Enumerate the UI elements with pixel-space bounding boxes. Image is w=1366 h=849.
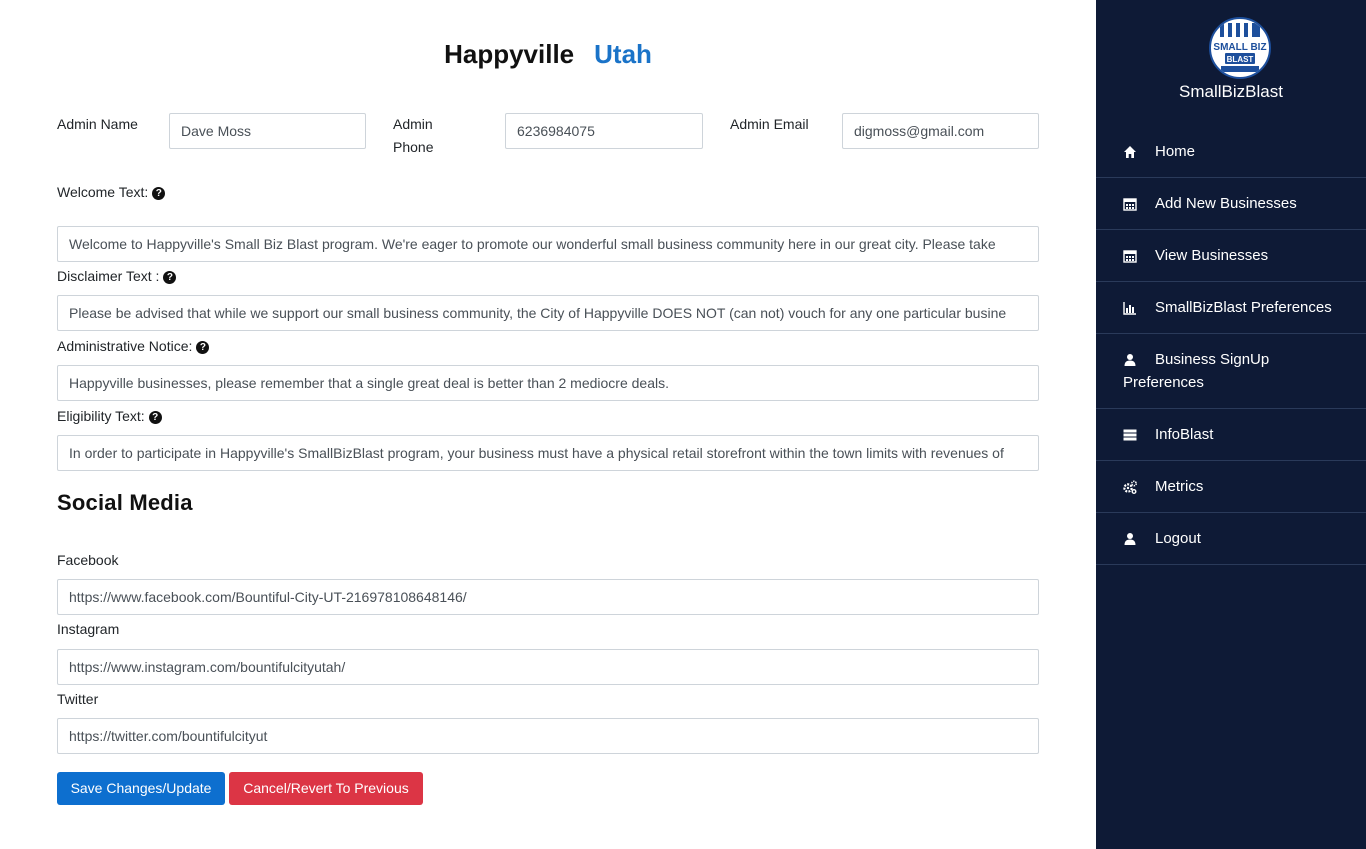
welcome-text-label: Welcome Text:? <box>57 181 166 204</box>
eligibility-text-input[interactable]: In order to participate in Happyville's … <box>57 435 1039 471</box>
sidebar-item-smallbizblast-preferences[interactable]: SmallBizBlast Preferences <box>1096 282 1366 334</box>
admin-phone-label: Admin Phone <box>393 113 433 159</box>
cancel-revert-button[interactable]: Cancel/Revert To Previous <box>229 772 423 805</box>
storefront-logo-icon: SMALL BIZ BLAST <box>1213 23 1267 72</box>
eligibility-text-label-text: Eligibility Text: <box>57 408 145 424</box>
question-circle-icon[interactable]: ? <box>148 411 162 424</box>
sidebar-item-metrics[interactable]: Metrics <box>1096 461 1366 513</box>
eligibility-text-label: Eligibility Text:? <box>57 405 162 428</box>
sidebar-item-label: View Businesses <box>1155 247 1269 264</box>
twitter-label: Twitter <box>57 691 99 707</box>
facebook-input[interactable]: https://www.facebook.com/Bountiful-City-… <box>57 579 1039 615</box>
sidebar-item-add-new-businesses[interactable]: Add New Businesses <box>1096 178 1366 230</box>
home-icon <box>1124 145 1136 158</box>
question-circle-icon[interactable]: ? <box>163 271 177 284</box>
page-title: Happyville Utah <box>0 39 1096 70</box>
question-circle-icon[interactable]: ? <box>196 341 210 354</box>
admin-phone-input[interactable]: 6236984075 <box>505 113 703 149</box>
user-icon <box>1124 532 1136 545</box>
sidebar-item-label: Logout <box>1155 530 1201 547</box>
user-icon <box>1124 353 1136 366</box>
disclaimer-text-label-text: Disclaimer Text : <box>57 268 160 284</box>
sidebar-nav: Home Add New Businesses View Businesses <box>1096 126 1366 565</box>
sidebar-item-label: Home <box>1155 143 1196 160</box>
server-icon <box>1123 429 1137 440</box>
admin-name-input[interactable]: Dave Moss <box>169 113 366 149</box>
sidebar-item-label: SmallBizBlast Preferences <box>1155 299 1332 316</box>
main-content: Happyville Utah Admin Name Dave Moss Admi… <box>0 0 1096 849</box>
instagram-input[interactable]: https://www.instagram.com/bountifulcityu… <box>57 649 1039 685</box>
sidebar-item-label-line2: Preferences <box>1123 374 1204 391</box>
question-circle-icon[interactable]: ? <box>152 187 166 200</box>
brand-name: SmallBizBlast <box>1179 82 1283 101</box>
admin-phone-label-line2: Phone <box>393 139 434 155</box>
welcome-text-input[interactable]: Welcome to Happyville's Small Biz Blast … <box>57 226 1039 262</box>
sidebar: SMALL BIZ BLAST SmallBizBlast Home Add N… <box>1096 0 1366 849</box>
facebook-label: Facebook <box>57 552 119 568</box>
welcome-text-label-text: Welcome Text: <box>57 184 149 200</box>
sidebar-item-label: Metrics <box>1155 478 1204 495</box>
sidebar-item-business-signup-preferences[interactable]: Business SignUp Preferences <box>1096 334 1366 409</box>
instagram-label: Instagram <box>57 621 120 637</box>
smallbizblast-logo: SMALL BIZ BLAST <box>1209 17 1271 79</box>
admin-phone-label-line1: Admin <box>393 116 433 132</box>
sidebar-item-infoblast[interactable]: InfoBlast <box>1096 409 1366 461</box>
sidebar-item-home[interactable]: Home <box>1096 126 1366 178</box>
calendar-icon <box>1123 197 1137 211</box>
save-changes-button[interactable]: Save Changes/Update <box>57 772 225 805</box>
logo-text-line1: SMALL BIZ <box>1213 42 1266 53</box>
admin-name-label: Admin Name <box>57 116 138 132</box>
administrative-notice-input[interactable]: Happyville businesses, please remember t… <box>57 365 1039 401</box>
admin-email-label: Admin Email <box>730 116 809 132</box>
bar-chart-icon <box>1123 301 1136 315</box>
administrative-notice-label-text: Administrative Notice: <box>57 338 193 354</box>
sidebar-item-label: Add New Businesses <box>1155 195 1297 212</box>
sidebar-item-view-businesses[interactable]: View Businesses <box>1096 230 1366 282</box>
logo-text-line2: BLAST <box>1227 55 1254 64</box>
sidebar-item-label-line1: Business SignUp <box>1155 351 1270 368</box>
disclaimer-text-label: Disclaimer Text :? <box>57 265 177 288</box>
calendar-icon <box>1123 249 1137 263</box>
twitter-input[interactable]: https://twitter.com/bountifulcityut <box>57 718 1039 754</box>
state-name: Utah <box>594 39 652 69</box>
disclaimer-text-input[interactable]: Please be advised that while we support … <box>57 295 1039 331</box>
sidebar-item-label: InfoBlast <box>1155 426 1214 443</box>
admin-email-input[interactable]: digmoss@gmail.com <box>842 113 1039 149</box>
gears-icon <box>1123 480 1137 494</box>
sidebar-item-logout[interactable]: Logout <box>1096 513 1366 565</box>
social-media-heading: Social Media <box>57 490 193 515</box>
administrative-notice-label: Administrative Notice:? <box>57 335 210 358</box>
city-name: Happyville <box>444 39 575 69</box>
